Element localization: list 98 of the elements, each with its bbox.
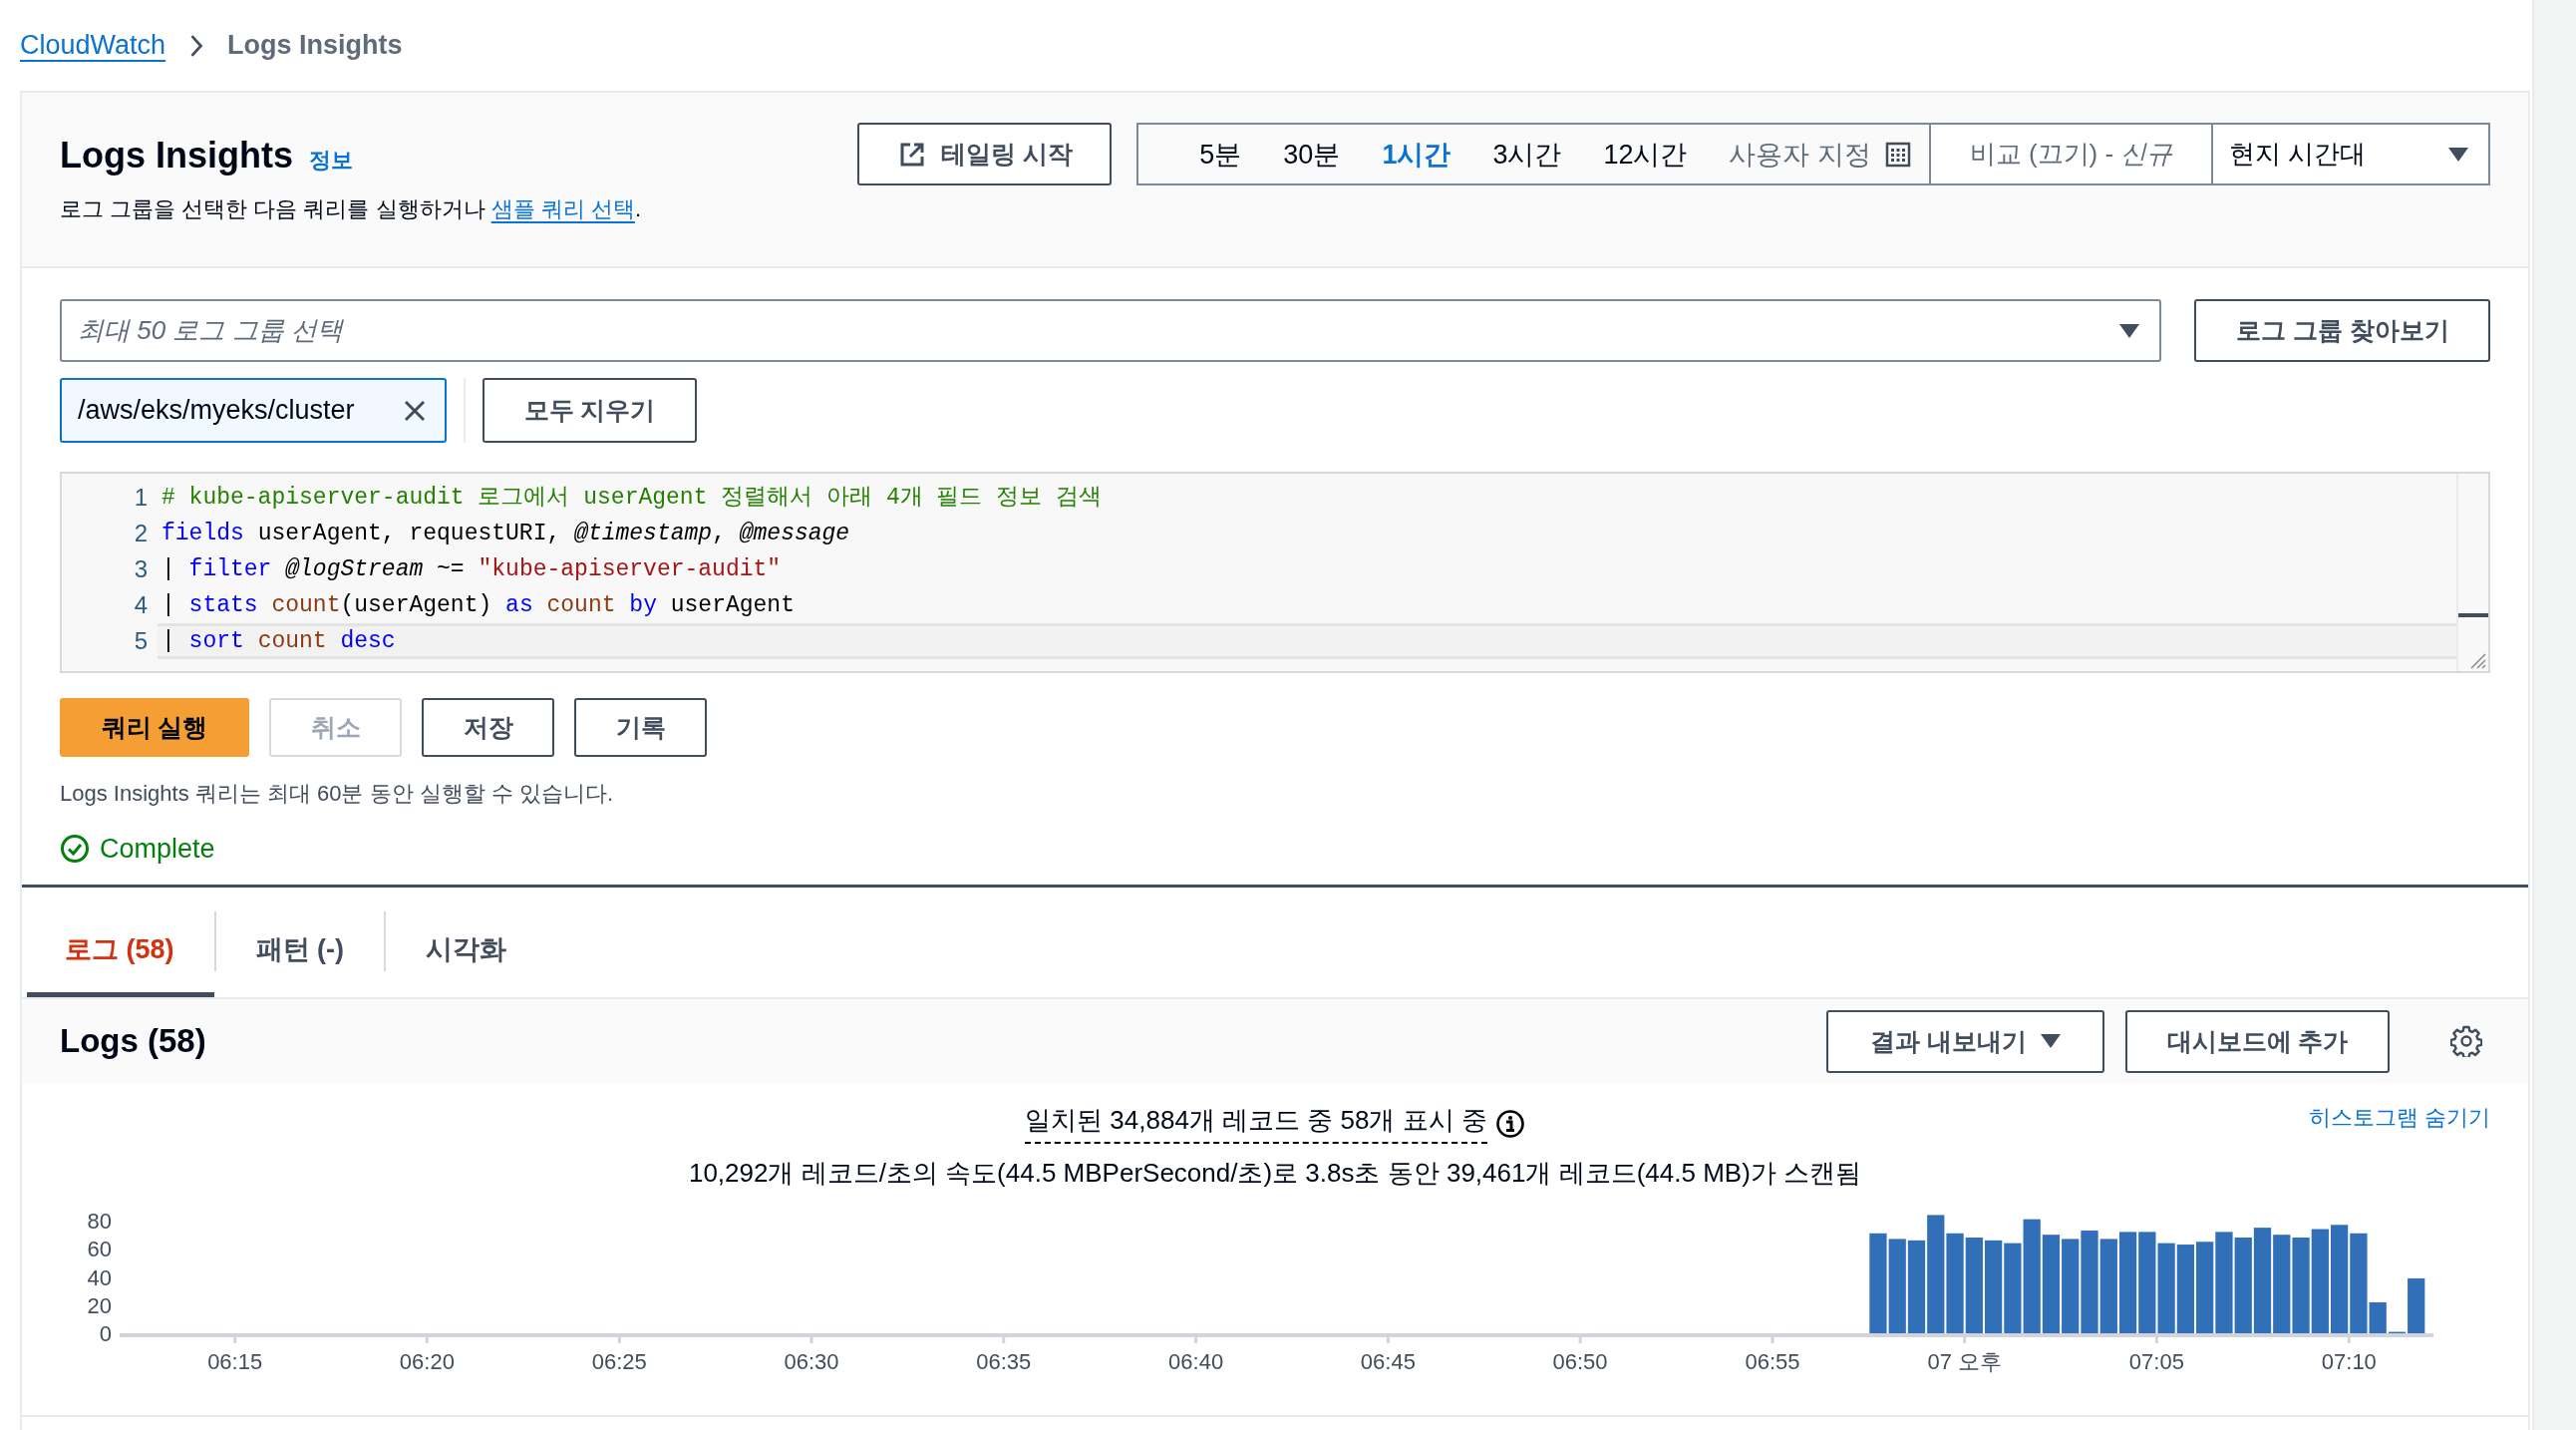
sample-query-link[interactable]: 샘플 쿼리 선택 — [490, 196, 635, 221]
histogram-bar[interactable] — [2099, 1239, 2117, 1333]
check-circle-icon — [60, 834, 90, 864]
time-range-option[interactable]: 1시간 — [1361, 136, 1472, 173]
compare-button[interactable]: 비교 (끄기) - 신규 — [1929, 123, 2213, 185]
match-summary: 일치된 34,884개 레코드 중 58개 표시 중 — [1025, 1103, 1487, 1144]
y-tick-label: 60 — [87, 1237, 112, 1262]
info-link[interactable]: 정보 — [309, 146, 353, 176]
histogram-bar[interactable] — [1965, 1238, 1983, 1333]
line-number: 4 — [133, 590, 149, 620]
query-action-button[interactable]: 기록 — [574, 698, 707, 757]
calendar-icon[interactable] — [1885, 141, 1911, 168]
page-title: Logs Insights — [60, 135, 293, 177]
code-line: fields userAgent, requestURI, @timestamp, @message — [161, 521, 850, 546]
settings-icon[interactable] — [2450, 1025, 2482, 1057]
histogram-bar[interactable] — [1984, 1240, 2003, 1333]
clear-all-button[interactable]: 모두 지우기 — [483, 378, 697, 443]
time-range-option[interactable]: 3시간 — [1471, 136, 1583, 173]
histogram-bar[interactable] — [1946, 1233, 1964, 1333]
breadcrumb-link[interactable]: CloudWatch — [20, 30, 166, 61]
line-number: 2 — [133, 519, 149, 548]
code-line: # kube-apiserver-audit 로그에서 userAgent 정렬해서 아래 4개 필드 정보 검색 — [161, 485, 1103, 511]
log-group-select[interactable]: 최대 50 로그 그룹 선택 — [60, 299, 2162, 362]
y-tick-label: 20 — [87, 1292, 112, 1318]
start-tailing-button[interactable]: 테일링 시작 — [857, 123, 1113, 185]
line-number: 1 — [133, 483, 149, 513]
breadcrumb-current: Logs Insights — [227, 30, 403, 61]
x-axis-label: 06:45 — [1360, 1349, 1416, 1374]
x-axis-label: 06:20 — [399, 1349, 455, 1374]
y-tick-label: 0 — [99, 1321, 112, 1346]
status-text: Complete — [100, 833, 215, 865]
time-range-option[interactable]: 12시간 — [1582, 136, 1709, 173]
histogram-bar[interactable] — [1888, 1239, 1906, 1333]
scrollbar[interactable] — [2456, 474, 2488, 671]
x-axis-label: 06:25 — [591, 1349, 647, 1374]
histogram-bar[interactable] — [2234, 1238, 2252, 1333]
histogram-bar[interactable] — [1927, 1215, 1945, 1333]
histogram-bar[interactable] — [2118, 1232, 2137, 1333]
line-number: 5 — [133, 626, 149, 656]
caret-down-icon — [2448, 147, 2468, 162]
export-results-button[interactable]: 결과 내보내기 — [1826, 1009, 2104, 1073]
info-icon[interactable] — [1494, 1108, 1525, 1139]
histogram-bar[interactable] — [2196, 1242, 2214, 1333]
scan-info: 10,292개 레코드/초의 속도(44.5 MBPerSecond/초)로 3.8s초 동안 39,461개 레코드(44.5 MB)가 스캔됨 — [687, 1157, 1863, 1190]
histogram-bar[interactable] — [2311, 1229, 2329, 1333]
histogram-bar[interactable] — [2350, 1233, 2368, 1333]
histogram-bar[interactable] — [2253, 1228, 2272, 1333]
histogram-bar[interactable] — [2042, 1235, 2061, 1333]
query-action-button[interactable]: 쿼리 실행 — [60, 698, 249, 757]
histogram-bar[interactable] — [1869, 1233, 1887, 1333]
query-action-button[interactable]: 저장 — [422, 698, 554, 757]
histogram-bar[interactable] — [2292, 1238, 2310, 1333]
histogram-bar[interactable] — [2081, 1230, 2098, 1333]
custom-range-button[interactable]: 사용자 지정 — [1708, 136, 1885, 173]
histogram-bar[interactable] — [1907, 1240, 1926, 1333]
histogram-bar[interactable] — [2004, 1243, 2022, 1333]
hide-histogram-link[interactable]: 히스토그램 숨기기 — [2308, 1103, 2490, 1133]
y-tick-label: 40 — [87, 1264, 112, 1290]
histogram-bar[interactable] — [2062, 1239, 2080, 1333]
time-range-option[interactable]: 30분 — [1262, 136, 1362, 173]
x-axis-label: 06:55 — [1745, 1349, 1800, 1374]
x-axis-label: 07:05 — [2128, 1349, 2184, 1374]
code-line: | sort count desc — [161, 628, 396, 654]
results-tab[interactable]: 패턴 (-) — [215, 905, 384, 997]
histogram-bar[interactable] — [2215, 1232, 2233, 1333]
histogram-bar[interactable] — [2138, 1232, 2156, 1333]
x-axis-label: 07:10 — [2321, 1349, 2377, 1374]
histogram-bar[interactable] — [2369, 1301, 2387, 1333]
results-tab[interactable]: 시각화 — [386, 905, 546, 997]
line-number: 3 — [133, 554, 149, 584]
logs-heading: Logs (58) — [60, 1022, 206, 1060]
histogram-bar[interactable] — [2331, 1225, 2349, 1333]
description-text: 로그 그룹을 선택한 다음 쿼리를 실행하거나 샘플 쿼리 선택. — [60, 195, 642, 223]
histogram-bar[interactable] — [2157, 1243, 2175, 1333]
x-axis-label: 07 오후 — [1927, 1349, 2002, 1374]
log-group-name: /aws/eks/myeks/cluster — [78, 395, 355, 426]
x-axis-label: 06:30 — [784, 1349, 839, 1374]
hint-text: Logs Insights 쿼리는 최대 60분 동안 실행할 수 있습니다. — [60, 780, 614, 808]
histogram-bar[interactable] — [2273, 1235, 2291, 1333]
code-line: | stats count(userAgent) as count by userAgent — [161, 592, 795, 618]
y-tick-label: 80 — [87, 1209, 112, 1235]
histogram-bar[interactable] — [2408, 1277, 2425, 1333]
x-axis-label: 06:50 — [1552, 1349, 1608, 1374]
timezone-select[interactable]: 현지 시간대 — [2213, 123, 2490, 185]
code-line: | filter @logStream ~= "kube-apiserver-audit" — [161, 556, 782, 582]
histogram-bar[interactable] — [2176, 1245, 2195, 1333]
x-axis-label: 06:15 — [207, 1349, 263, 1374]
browse-log-groups-button[interactable]: 로그 그룹 찾아보기 — [2194, 299, 2490, 362]
x-axis-label: 06:35 — [976, 1349, 1032, 1374]
query-panel: Logs Insights 정보 로그 그룹을 선택한 다음 쿼리를 실행하거나 샘플 쿼리 선택. 테일링 시작 5분 30분 1시간 3시간 12시간 사용자 지정 비교 (끄기) - 신규 현지 시간대 최대 50 로그 그룹 선택 로그 그룹 찾아보기 /aws/eks/myeks/cluster 모두 지우기 1 2 3 4 5 # kube-apiserver-audit 로그에서 userAgent 정렬해서 아래 4개 필드 정보 검색 fields userAgent, requestURI, @timestamp, @message | filter @logStream ~= "kube-apiserver-audit" | stats count(userAgent) as count by userAgent | sort count desc 쿼리 실행 취소 저장 기록 Logs Insights 쿼리는 최대 60분 동안 실행할 수 있습니다. Complete 로그 (58) 패턴 (-) 시각화 Logs (58) 결과 내보내기 대시보드에 추가 일치된 34,884개 레코드 중 58개 표시 중 히스토그램 숨기기 10,292개 레코드/초의 속도(44.5 MBPerSecond/초)로 3.8s초 동안 39,461개 레코드(44.5 MB)가 스캔됨 0 20 40 60 80 06:15 06:20 06:25 06:30 06:35 06:40 06:45 06:50 06:55 07 오후 07:05 07:10 — [20, 91, 2530, 1430]
query-editor[interactable] — [60, 472, 2490, 673]
caret-down-icon — [2119, 324, 2140, 338]
x-axis-label: 06:40 — [1168, 1349, 1224, 1374]
close-icon[interactable] — [403, 398, 427, 423]
time-range-option[interactable]: 5분 — [1178, 136, 1263, 173]
add-to-dashboard-button[interactable]: 대시보드에 추가 — [2125, 1009, 2390, 1073]
caret-down-icon — [2040, 1034, 2061, 1048]
histogram-bar[interactable] — [2023, 1219, 2041, 1333]
